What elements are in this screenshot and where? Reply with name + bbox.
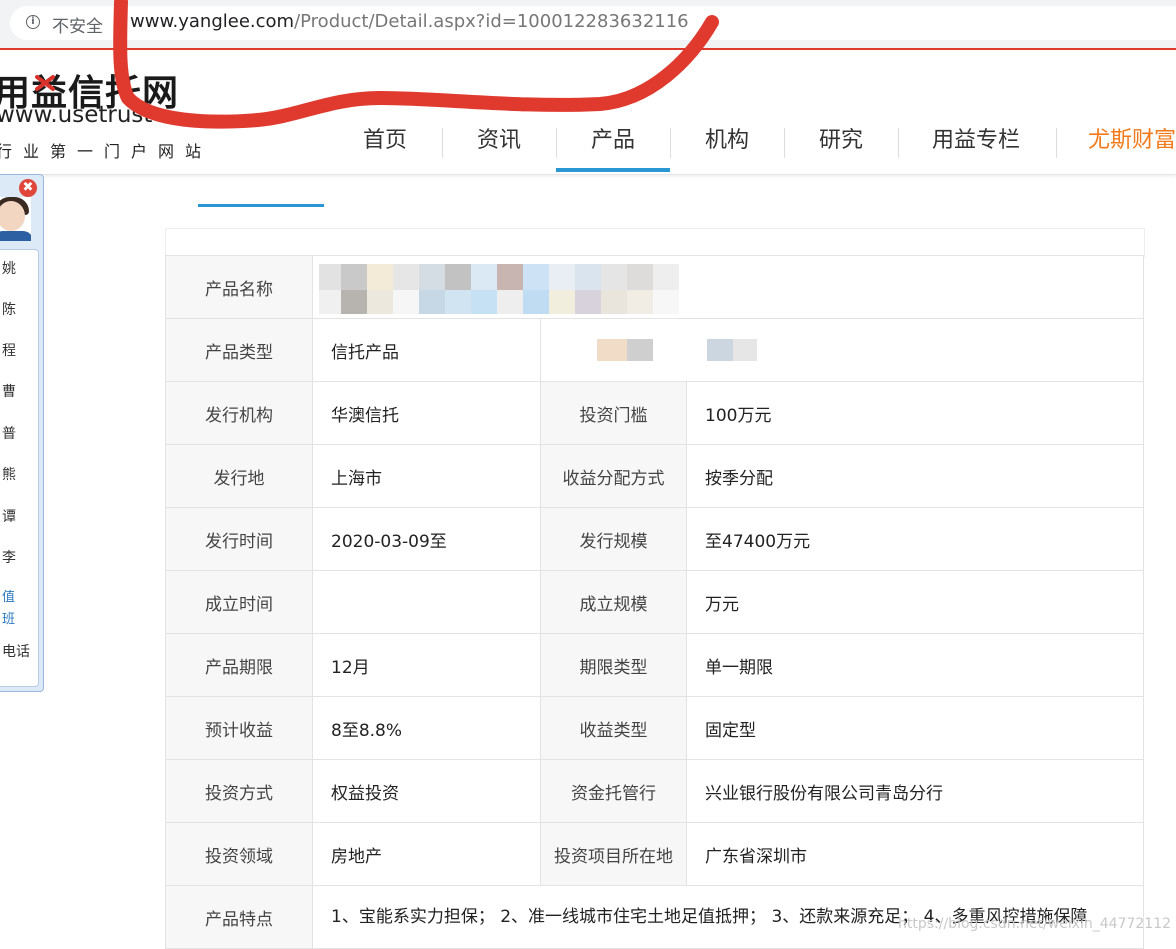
service-phone[interactable]: 电话 bbox=[2, 641, 30, 661]
nav-products[interactable]: 产品 bbox=[556, 112, 670, 172]
service-agent[interactable]: 姚 bbox=[2, 258, 16, 278]
redacted-value bbox=[311, 255, 1145, 319]
nav-institutions[interactable]: 机构 bbox=[670, 112, 784, 168]
watermark: https://blog.csdn.net/weixin_44772112 bbox=[898, 916, 1172, 932]
nav-news[interactable]: 资讯 bbox=[442, 112, 556, 168]
close-icon[interactable]: ✖ bbox=[19, 179, 37, 197]
row-value: 至47400万元 bbox=[685, 507, 1145, 571]
row-value: 华澳信托 bbox=[312, 381, 541, 445]
row-value: 信托产品 bbox=[312, 318, 541, 382]
row-label: 投资方式 bbox=[165, 759, 313, 823]
row-label: 产品名称 bbox=[165, 255, 313, 319]
service-agent[interactable]: 李 bbox=[2, 547, 16, 567]
redacted-value bbox=[539, 318, 1145, 382]
info-icon[interactable]: i bbox=[26, 15, 40, 29]
service-agent[interactable]: 熊 bbox=[2, 464, 16, 484]
row-value: 房地产 bbox=[312, 822, 541, 886]
nav-home[interactable]: 首页 bbox=[328, 112, 442, 168]
row-value bbox=[312, 570, 541, 634]
service-list: 姚 陈 程 曹 普 熊 谭 李 值 班 电话 bbox=[0, 249, 39, 687]
logo-mark-icon bbox=[35, 75, 55, 91]
logo-slogan: 行业第一门户网站 bbox=[0, 142, 213, 161]
row-label: 期限类型 bbox=[540, 633, 687, 697]
row-value: 兴业银行股份有限公司青岛分行 bbox=[685, 759, 1145, 823]
row-label: 产品期限 bbox=[165, 633, 313, 697]
row-value: 单一期限 bbox=[685, 633, 1145, 697]
table-row: 产品期限 12月 期限类型 单一期限 bbox=[165, 633, 1145, 697]
url-text[interactable]: www.yanglee.com/Product/Detail.aspx?id=1… bbox=[130, 11, 689, 32]
table-row: 成立时间 成立规模 万元 bbox=[165, 570, 1145, 634]
nav-divider bbox=[1056, 128, 1057, 158]
row-value: 权益投资 bbox=[312, 759, 541, 823]
row-value: 2020-03-09至 bbox=[312, 507, 541, 571]
table-row: 投资方式 权益投资 资金托管行 兴业银行股份有限公司青岛分行 bbox=[165, 759, 1145, 823]
row-label: 收益类型 bbox=[540, 696, 687, 760]
nav-wealth[interactable]: 尤斯财富 bbox=[1088, 112, 1176, 168]
detail-tabs bbox=[198, 174, 1142, 210]
tab-active-indicator bbox=[198, 204, 324, 207]
row-label: 投资门槛 bbox=[540, 381, 687, 445]
security-label[interactable]: 不安全 bbox=[52, 12, 103, 37]
row-label: 发行时间 bbox=[165, 507, 313, 571]
row-value: 100万元 bbox=[685, 381, 1145, 445]
service-agent[interactable]: 陈 bbox=[2, 299, 16, 319]
service-agent[interactable]: 普 bbox=[2, 423, 16, 443]
browser-address-bar: i 不安全 www.yanglee.com/Product/Detail.asp… bbox=[0, 0, 1176, 50]
service-link[interactable]: 值 bbox=[2, 586, 15, 605]
row-value: 按季分配 bbox=[685, 444, 1145, 508]
row-value: 固定型 bbox=[685, 696, 1145, 760]
nav-column[interactable]: 用益专栏 bbox=[898, 112, 1054, 168]
site-header: 用益信托网 www.usetrust 行业第一门户网站 首页 资讯 产品 机构 … bbox=[0, 50, 1176, 175]
row-label: 发行机构 bbox=[165, 381, 313, 445]
row-value: 广东省深圳市 bbox=[685, 822, 1145, 886]
service-agent[interactable]: 曹 bbox=[2, 381, 16, 401]
row-label: 产品类型 bbox=[165, 318, 313, 382]
row-value: 万元 bbox=[685, 570, 1145, 634]
table-row: 发行地 上海市 收益分配方式 按季分配 bbox=[165, 444, 1145, 508]
row-value: 上海市 bbox=[312, 444, 541, 508]
row-value: 12月 bbox=[312, 633, 541, 697]
nav-research[interactable]: 研究 bbox=[784, 112, 898, 168]
table-row: 产品类型 信托产品 bbox=[165, 318, 1145, 382]
avatar bbox=[0, 197, 31, 241]
table-row: 投资领域 房地产 投资项目所在地 广东省深圳市 bbox=[165, 822, 1145, 886]
logo-domain: www.usetrust bbox=[0, 102, 153, 128]
row-value: 8至8.8% bbox=[312, 696, 541, 760]
customer-service-panel: ✖ 姚 陈 程 曹 普 熊 谭 李 值 班 电话 bbox=[0, 174, 44, 692]
table-row: 产品名称 bbox=[165, 255, 1145, 319]
url-host: www.yanglee.com bbox=[130, 11, 295, 32]
table-row: 预计收益 8至8.8% 收益类型 固定型 bbox=[165, 696, 1145, 760]
row-label: 成立时间 bbox=[165, 570, 313, 634]
table-row: 发行时间 2020-03-09至 发行规模 至47400万元 bbox=[165, 507, 1145, 571]
row-label: 投资领域 bbox=[165, 822, 313, 886]
row-label: 投资项目所在地 bbox=[540, 822, 687, 886]
row-label: 资金托管行 bbox=[540, 759, 687, 823]
row-label: 发行地 bbox=[165, 444, 313, 508]
row-label: 发行规模 bbox=[540, 507, 687, 571]
url-path: /Product/Detail.aspx?id=100012283632116 bbox=[294, 11, 689, 32]
table-row: 发行机构 华澳信托 投资门槛 100万元 bbox=[165, 381, 1145, 445]
service-agent[interactable]: 谭 bbox=[2, 506, 16, 526]
row-label: 产品特点 bbox=[165, 885, 313, 949]
row-label: 成立规模 bbox=[540, 570, 687, 634]
product-detail-table: 产品名称 产品类型 信托产品 发行机构 华澳信托 投资门槛 100万元 发行地 … bbox=[165, 255, 1145, 949]
service-agent[interactable]: 程 bbox=[2, 340, 16, 360]
service-link[interactable]: 班 bbox=[2, 608, 15, 627]
row-label: 收益分配方式 bbox=[540, 444, 687, 508]
content-frame bbox=[165, 228, 1145, 257]
row-label: 预计收益 bbox=[165, 696, 313, 760]
